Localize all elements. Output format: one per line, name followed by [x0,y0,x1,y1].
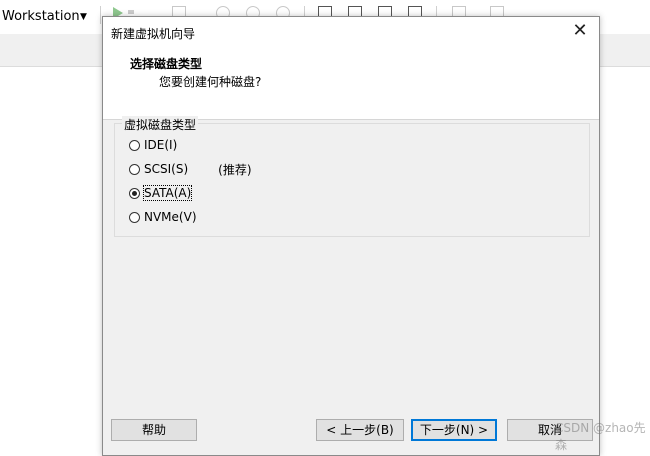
disk-type-group: 虚拟磁盘类型 IDE(I) SCSI(S) (推荐) SATA(A) NVMe(… [114,116,590,237]
header-subtitle: 您要创建何种磁盘? [159,75,262,89]
radio-label-nvme[interactable]: NVMe(V) [144,210,197,224]
radio-option-sata[interactable]: SATA(A) [129,184,193,202]
chevron-down-icon[interactable]: ▼ [80,12,87,22]
radio-button-sata[interactable] [129,187,140,199]
dialog-title: 新建虚拟机向导 [111,27,196,41]
header-title: 选择磁盘类型 [130,57,203,71]
toolbar-separator [100,6,101,24]
close-icon[interactable]: ✕ [569,20,591,42]
recommended-note: (推荐) [218,162,252,177]
radio-option-scsi[interactable]: SCSI(S) (推荐) [129,160,252,178]
radio-label-sata[interactable]: SATA(A) [142,185,193,201]
radio-option-nvme[interactable]: NVMe(V) [129,208,197,226]
radio-button-scsi[interactable] [129,163,140,175]
next-button[interactable]: 下一步(N) > [411,419,497,441]
radio-label-ide[interactable]: IDE(I) [144,138,177,152]
app-title: Workstation [2,9,80,24]
dialog-titlebar: 新建虚拟机向导 ✕ [103,17,599,47]
dialog-header: 选择磁盘类型 您要创建何种磁盘? [103,47,599,120]
group-label: 虚拟磁盘类型 [122,116,199,133]
back-button[interactable]: < 上一步(B) [316,419,404,441]
radio-label-scsi[interactable]: SCSI(S) [144,162,188,176]
radio-option-ide[interactable]: IDE(I) [129,136,177,154]
radio-button-nvme[interactable] [129,211,140,223]
radio-button-ide[interactable] [129,139,140,151]
watermark: CSDN @zhao先森 [555,421,646,452]
help-button[interactable]: 帮助 [111,419,197,441]
new-vm-wizard-dialog: 新建虚拟机向导 ✕ 选择磁盘类型 您要创建何种磁盘? 虚拟磁盘类型 IDE(I)… [102,16,600,456]
